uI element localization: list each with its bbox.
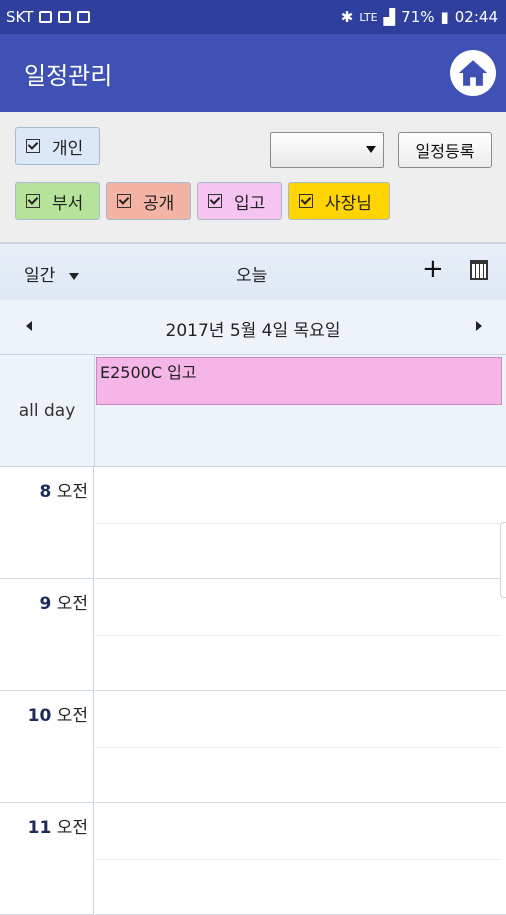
hour-row: 9 오전	[0, 579, 506, 691]
printer-notification-icon	[58, 11, 72, 23]
status-bar: SKT ✱ LTE ▟ 71% ▮ 02:44	[0, 0, 506, 34]
hour-number: 11	[27, 818, 52, 838]
hour-number: 8	[39, 482, 52, 502]
view-label: 일간	[24, 266, 56, 286]
all-day-event[interactable]: E2500C 입고	[96, 357, 502, 405]
hour-number: 10	[27, 706, 52, 726]
half-hour-divider	[95, 747, 500, 748]
filter-department[interactable]: 부서	[15, 182, 100, 220]
hour-ampm: 오전	[56, 706, 88, 726]
filter-label: 사장님	[325, 193, 372, 214]
image-notification-icon	[39, 11, 53, 23]
current-date: 2017년 5월 4일 목요일	[165, 321, 341, 341]
hour-label: 8 오전	[0, 477, 88, 502]
chevron-down-icon	[366, 146, 376, 153]
home-button[interactable]	[450, 50, 496, 96]
half-hour-divider	[95, 859, 500, 860]
register-schedule-button[interactable]: 일정등록	[398, 132, 492, 168]
today-button[interactable]: 오늘	[236, 261, 267, 286]
filter-label: 공개	[143, 193, 175, 214]
hour-ampm: 오전	[56, 594, 88, 614]
checkbox-icon	[299, 194, 313, 208]
app-title: 일정관리	[24, 62, 113, 90]
hour-ampm: 오전	[56, 818, 88, 838]
hour-row: 10 오전	[0, 691, 506, 803]
bluetooth-icon: ✱	[340, 8, 354, 26]
filter-label: 개인	[52, 138, 84, 159]
scroll-handle[interactable]	[500, 522, 506, 598]
hour-ampm: 오전	[56, 482, 88, 502]
signal-icon: ▟	[383, 8, 396, 26]
media-notification-icon	[77, 11, 91, 23]
checkbox-icon	[117, 194, 131, 208]
half-hour-divider	[95, 523, 500, 524]
checkbox-icon	[208, 194, 222, 208]
battery-icon: ▮	[440, 8, 449, 26]
dropdown-triangle-icon	[69, 272, 80, 280]
view-dropdown[interactable]: 일간	[24, 261, 80, 286]
app-bar: 일정관리	[0, 34, 506, 112]
category-select[interactable]	[270, 132, 384, 168]
half-hour-divider	[95, 635, 500, 636]
filter-incoming[interactable]: 입고	[197, 182, 282, 220]
carrier-label: SKT	[6, 8, 34, 26]
hour-label: 9 오전	[0, 589, 88, 614]
filter-public[interactable]: 공개	[106, 182, 191, 220]
clock: 02:44	[454, 8, 498, 26]
calendar-toolbar: 일간 오늘 +	[0, 243, 506, 301]
network-type: LTE	[359, 10, 378, 24]
filter-label: 부서	[52, 193, 84, 214]
add-event-button[interactable]: +	[422, 254, 444, 284]
next-day-icon[interactable]	[476, 321, 482, 331]
checkbox-icon	[26, 194, 40, 208]
filter-boss[interactable]: 사장님	[288, 182, 390, 220]
hour-label: 11 오전	[0, 813, 88, 838]
calendar-icon[interactable]	[470, 260, 488, 280]
checkbox-icon	[26, 139, 40, 153]
date-navigation: 2017년 5월 4일 목요일	[0, 300, 506, 355]
hour-number: 9	[39, 594, 52, 614]
hour-row: 11 오전	[0, 803, 506, 915]
home-icon	[458, 60, 488, 86]
hour-row: 8 오전	[0, 467, 506, 579]
all-day-label: all day	[0, 355, 95, 467]
hour-label: 10 오전	[0, 701, 88, 726]
battery-level: 71%	[401, 8, 435, 26]
filter-personal[interactable]: 개인	[15, 127, 100, 165]
filter-label: 입고	[234, 193, 266, 214]
